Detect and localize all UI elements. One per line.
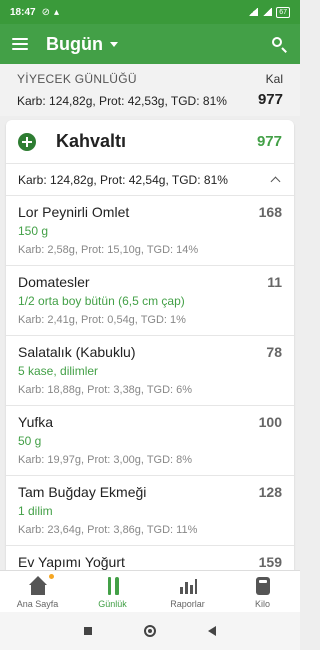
back-icon[interactable] — [208, 626, 216, 636]
food-macros: Karb: 2,58g, Prot: 15,10g, TGD: 14% — [18, 244, 199, 256]
food-macros: Karb: 2,41g, Prot: 0,54g, TGD: 1% — [18, 314, 186, 326]
food-name: Ev Yapımı Yoğurt — [18, 554, 125, 570]
food-serving: 50 g — [18, 434, 42, 448]
nav-label: Günlük — [98, 599, 127, 609]
meal-macro-summary[interactable]: Karb: 124,82g, Prot: 42,54g, TGD: 81% — [6, 164, 294, 196]
menu-icon[interactable] — [12, 38, 28, 50]
calories-header: Kal — [265, 72, 283, 86]
meal-name: Kahvaltı — [56, 131, 127, 151]
food-serving: 1/2 orta boy bütün (6,5 cm çap) — [18, 294, 185, 308]
app-bar: Bugün — [0, 24, 300, 64]
daily-total-calories: 977 — [257, 91, 283, 108]
scale-icon — [253, 576, 273, 596]
status-time: 18:47 — [10, 6, 36, 18]
food-name: Yufka — [18, 414, 54, 430]
food-calories: 11 — [267, 274, 282, 290]
food-name: Tam Buğday Ekmeği — [18, 484, 147, 500]
food-calories: 128 — [258, 484, 282, 500]
food-name: Lor Peynirli Omlet — [18, 204, 130, 220]
food-item[interactable]: Salatalık (Kabuklu) 78 5 kase, dilimler … — [6, 336, 294, 406]
reports-icon — [178, 576, 198, 596]
daily-macro-summary: Karb: 124,82g, Prot: 42,53g, TGD: 81% — [17, 94, 227, 108]
food-serving: 150 g — [18, 224, 49, 238]
search-icon[interactable] — [270, 35, 288, 53]
nav-item-weight[interactable]: Kilo — [225, 571, 300, 612]
meal-calories: 977 — [256, 133, 282, 150]
food-item[interactable]: Tam Buğday Ekmeği 128 1 dilim Karb: 23,6… — [6, 476, 294, 546]
food-name: Salatalık (Kabuklu) — [18, 344, 136, 360]
chevron-up-icon[interactable] — [270, 176, 281, 187]
nav-label: Raporlar — [170, 599, 205, 609]
nav-label: Ana Sayfa — [16, 599, 59, 609]
food-calories: 168 — [258, 204, 282, 220]
food-macros: Karb: 18,88g, Prot: 3,38g, TGD: 6% — [18, 384, 193, 396]
nav-item-home[interactable]: Ana Sayfa — [0, 571, 75, 612]
signal-icon — [248, 8, 259, 16]
muted-notification-icon: ⊘ — [41, 6, 50, 18]
food-item[interactable]: Domatesler 11 1/2 orta boy bütün (6,5 cm… — [6, 266, 294, 336]
nav-item-reports[interactable]: Raporlar — [150, 571, 225, 612]
food-calories: 78 — [266, 344, 282, 360]
food-calories: 159 — [258, 554, 282, 570]
notification-dot — [49, 574, 54, 579]
dropdown-caret-icon[interactable] — [109, 41, 118, 47]
alarm-icon: ▴ — [53, 6, 59, 18]
date-selector-title[interactable]: Bugün — [46, 34, 103, 55]
food-diary-header: YİYECEK GÜNLÜĞÜ Kal Karb: 124,82g, Prot:… — [0, 64, 300, 116]
wifi-icon — [262, 8, 273, 16]
fork-knife-icon — [103, 576, 123, 596]
bottom-navigation: Ana Sayfa Günlük Raporlar Kilo — [0, 570, 300, 612]
food-item[interactable]: Ev Yapımı Yoğurt 159 — [6, 546, 294, 570]
meal-header[interactable]: Kahvaltı 977 — [6, 120, 294, 164]
recent-apps-icon[interactable] — [84, 627, 92, 635]
food-item[interactable]: Lor Peynirli Omlet 168 150 g Karb: 2,58g… — [6, 196, 294, 266]
home-button-icon[interactable] — [144, 625, 156, 637]
food-macros: Karb: 23,64g, Prot: 3,86g, TGD: 11% — [18, 524, 198, 536]
food-item[interactable]: Yufka 100 50 g Karb: 19,97g, Prot: 3,00g… — [6, 406, 294, 476]
meal-macro-text: Karb: 124,82g, Prot: 42,54g, TGD: 81% — [18, 172, 228, 187]
meal-card: Kahvaltı 977 Karb: 124,82g, Prot: 42,54g… — [6, 120, 294, 570]
add-food-icon[interactable] — [18, 132, 36, 151]
food-calories: 100 — [258, 414, 282, 430]
battery-icon: 67 — [276, 6, 290, 18]
food-serving: 1 dilim — [18, 504, 53, 518]
food-macros: Karb: 19,97g, Prot: 3,00g, TGD: 8% — [18, 454, 193, 466]
food-name: Domatesler — [18, 274, 90, 290]
nav-item-diary[interactable]: Günlük — [75, 571, 150, 612]
home-icon — [28, 576, 48, 596]
food-diary-label: YİYECEK GÜNLÜĞÜ — [17, 72, 137, 86]
nav-label: Kilo — [254, 599, 270, 609]
food-serving: 5 kase, dilimler — [18, 364, 99, 378]
system-navigation-bar — [0, 612, 300, 650]
status-bar: 18:47 ⊘ ▴ 67 — [0, 0, 300, 24]
